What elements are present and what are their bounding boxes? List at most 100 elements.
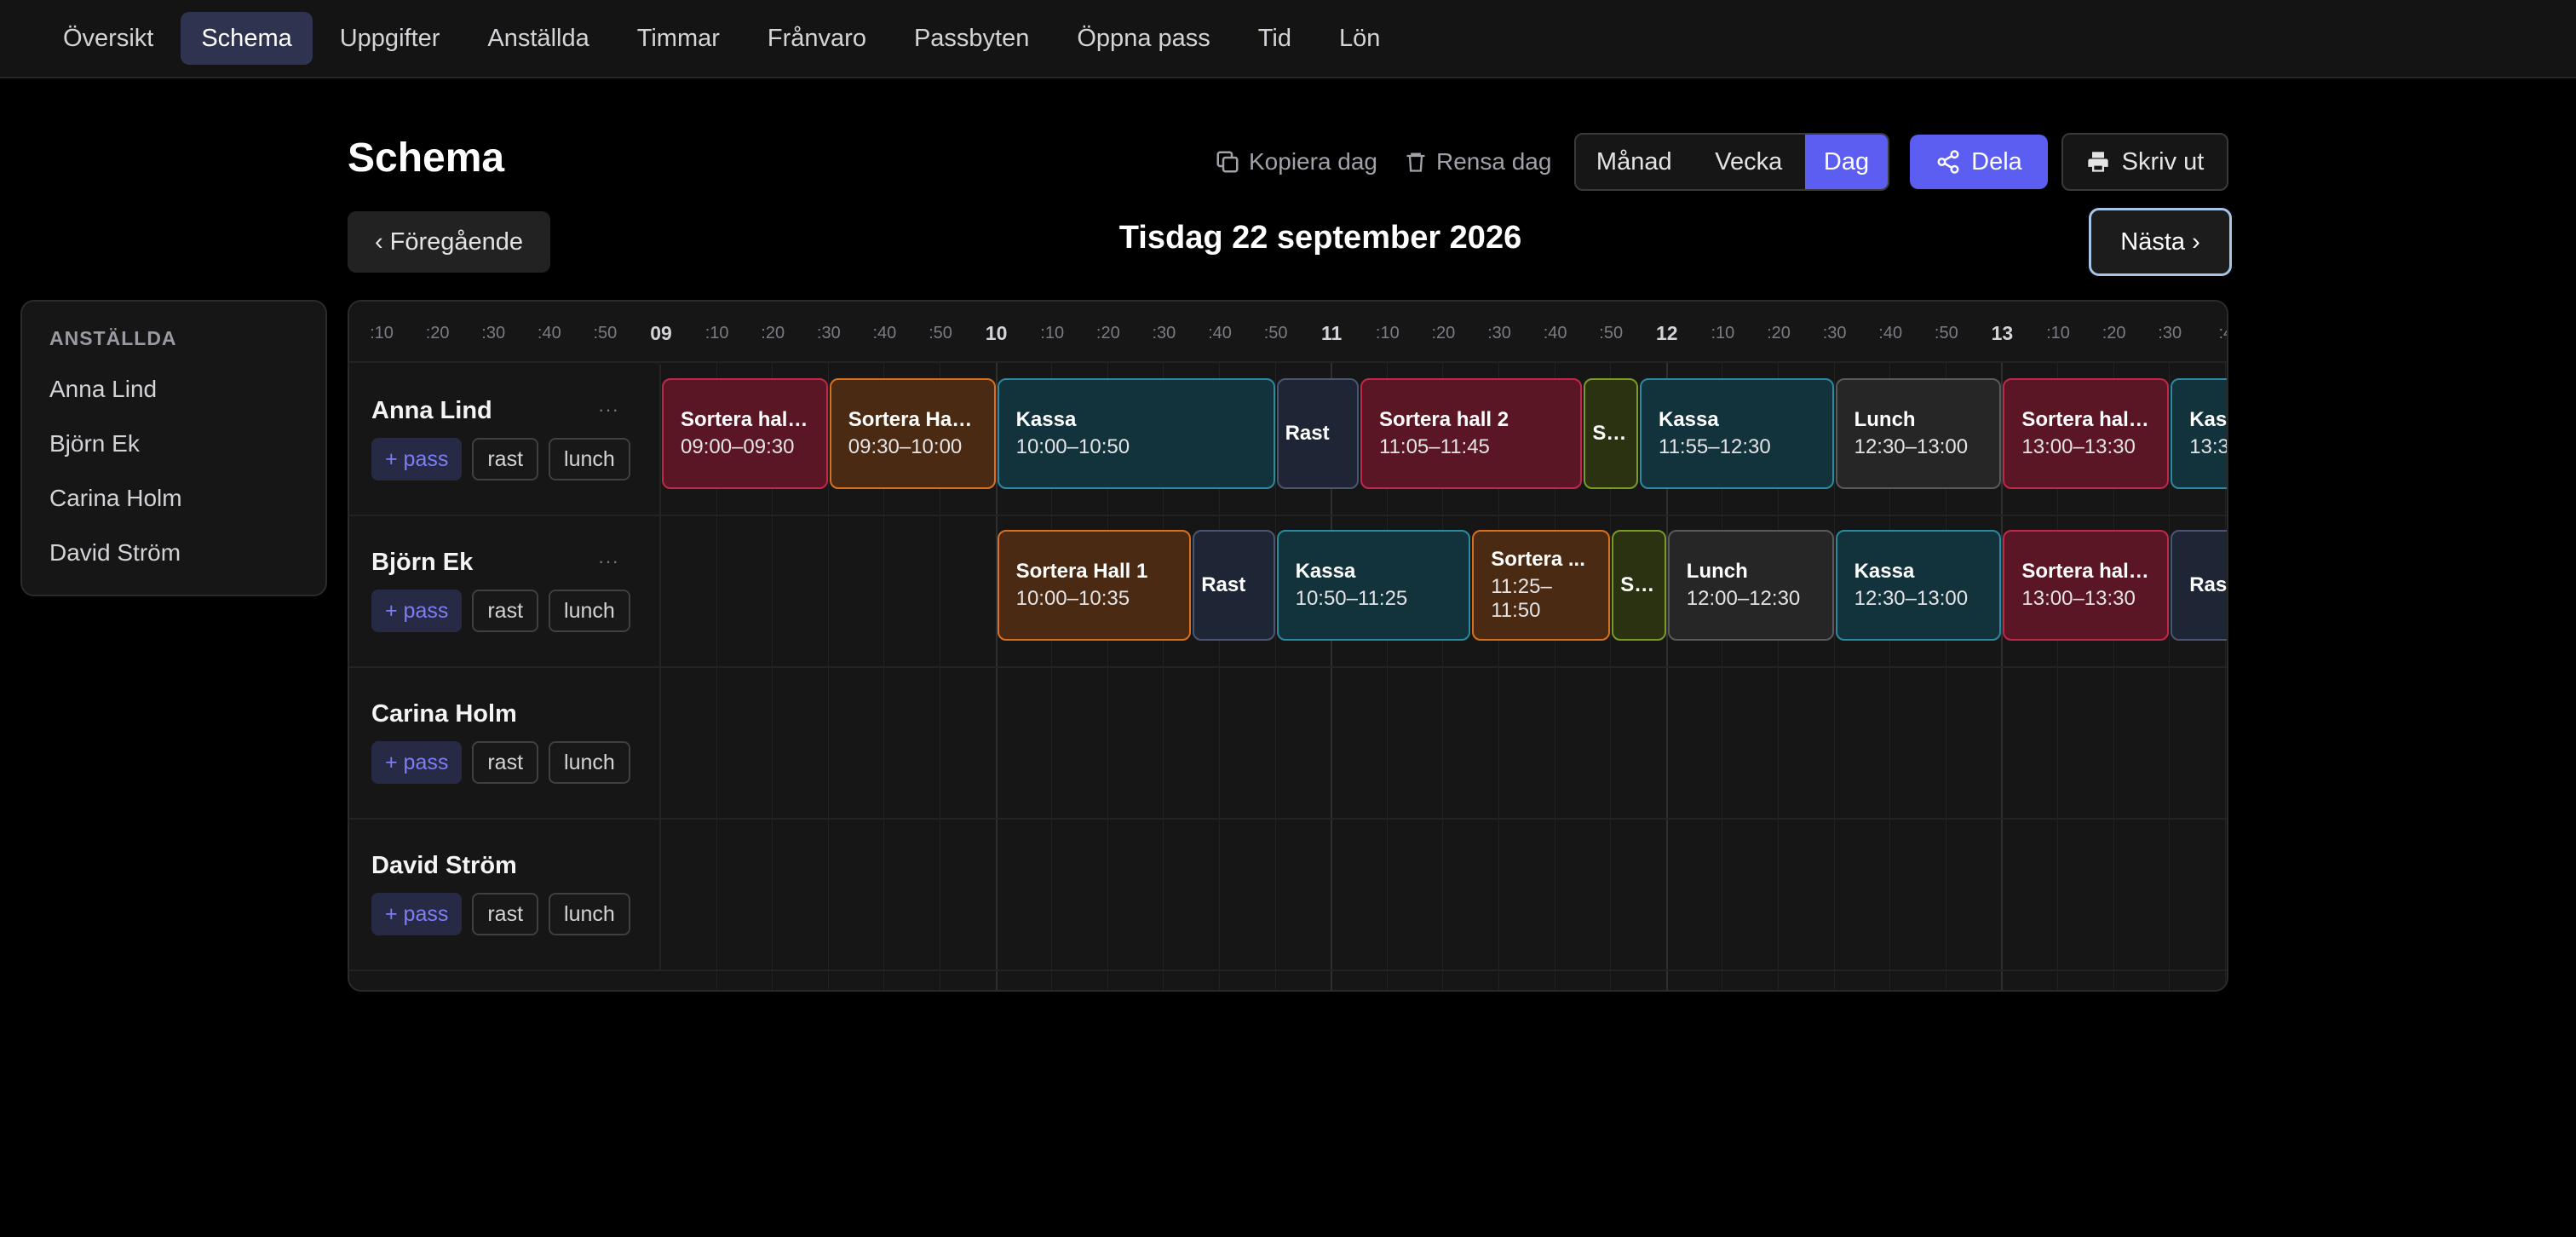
employee-name: David Ström (371, 852, 517, 879)
shift-block[interactable]: St... (1584, 378, 1638, 489)
shift-time: 09:00–09:30 (681, 435, 795, 458)
shift-title: Sortera Hall 1 (848, 408, 977, 431)
employees-heading: ANSTÄLLDA (49, 327, 177, 349)
timeline-tick-label: :30 (1822, 324, 1847, 342)
shift-title: St... (1592, 422, 1630, 445)
add-rast-button[interactable]: rast (472, 741, 539, 784)
top-nav: Översikt Schema Uppgifter Anställda Timmar Fr… (0, 0, 2576, 78)
shift-block[interactable]: St... (1612, 530, 1666, 641)
shift-time: 10:00–10:35 (1015, 587, 1130, 610)
add-rast-button[interactable]: rast (472, 438, 539, 480)
nav-item[interactable]: Schema (181, 12, 313, 65)
nav-item[interactable]: Uppgifter (319, 12, 461, 65)
nav-item[interactable]: Tid (1238, 12, 1312, 65)
share-button[interactable]: Dela (1910, 135, 2048, 189)
shift-time: 12:30–13:00 (1854, 435, 1969, 458)
timeline-tick-label: :30 (816, 324, 841, 342)
shift-block[interactable]: Kassa 10:00–10:50 (997, 378, 1275, 489)
add-lunch-button[interactable]: lunch (549, 741, 630, 784)
previous-day-button[interactable]: ‹ Föregående (348, 211, 550, 273)
shift-block[interactable]: Rast (1276, 378, 1359, 489)
employees-panel: ANSTÄLLDA Anna Lind Björn Ek Carina Holm… (20, 300, 327, 596)
shift-time: 12:30–13:00 (1854, 587, 1969, 610)
shift-title: Kassa (1854, 560, 1915, 583)
shift-block[interactable]: Kassa 11:55–12:30 (1640, 378, 1834, 489)
timeline-tick-label: :20 (2102, 324, 2126, 342)
shift-block[interactable]: Rast (1193, 530, 1275, 641)
add-pass-button[interactable]: + pass (371, 590, 463, 632)
schedule-row: Björn Ek ··· + pass rast lunch Sortera H… (349, 516, 2228, 668)
shift-block[interactable]: Lunch 12:30–13:00 (1835, 378, 2002, 489)
shift-time: 13:3 (2189, 435, 2228, 458)
add-pass-button[interactable]: + pass (371, 741, 463, 784)
shift-title: Sortera ... (1491, 548, 1585, 571)
clear-day-button[interactable]: Rensa dag (1404, 133, 1551, 191)
employee-item[interactable]: Björn Ek (49, 417, 298, 471)
print-button[interactable]: Skriv ut (2061, 133, 2228, 191)
employee-item[interactable]: Carina Holm (49, 471, 298, 526)
shift-block[interactable]: Kass 13:3 (2171, 378, 2228, 489)
next-day-button[interactable]: Nästa › (2089, 208, 2232, 276)
row-label: Anna Lind ··· + pass rast lunch (349, 365, 661, 516)
shift-block[interactable]: Sortera Hall 1 09:30–10:00 (829, 378, 996, 489)
add-pass-button[interactable]: + pass (371, 438, 463, 480)
trash-icon (1406, 152, 1425, 172)
add-lunch-button[interactable]: lunch (549, 438, 630, 480)
shift-block[interactable]: Kassa 12:30–13:00 (1835, 530, 2002, 641)
shift-block[interactable]: Kassa 10:50–11:25 (1276, 530, 1471, 641)
shift-block[interactable]: Sortera Hall 1 10:00–10:35 (997, 530, 1192, 641)
shift-block[interactable]: Sortera hall... 09:00–09:30 (662, 378, 828, 489)
shift-block[interactable]: Sortera hall... 13:00–13:30 (2003, 530, 2170, 641)
copy-day-button[interactable]: Kopiera dag (1215, 133, 1377, 191)
shift-title: Rast (2189, 573, 2228, 596)
timeline-hour-label: 11 (1321, 322, 1343, 344)
timeline-tick-label: :20 (1767, 324, 1791, 342)
shift-block[interactable]: Lunch 12:00–12:30 (1667, 530, 1834, 641)
employee-item[interactable]: David Ström (49, 526, 298, 580)
shift-title: Sortera hall 2 (1379, 408, 1509, 431)
add-rast-button[interactable]: rast (472, 590, 539, 632)
timeline-tick-label: :30 (1487, 324, 1511, 342)
add-lunch-button[interactable]: lunch (549, 893, 630, 935)
shift-title: Rast (1285, 422, 1330, 445)
view-week-button[interactable]: Vecka (1693, 135, 1806, 189)
row-label: Björn Ek ··· + pass rast lunch (349, 516, 661, 668)
timeline-tick-label: :40 (1208, 324, 1232, 342)
shift-block[interactable]: Rast (2171, 530, 2228, 641)
add-pass-button[interactable]: + pass (371, 893, 463, 935)
nav-item[interactable]: Passbyten (894, 12, 1049, 65)
current-date: Tisdag 22 september 2026 (1118, 220, 1522, 256)
add-lunch-button[interactable]: lunch (549, 590, 630, 632)
more-options-icon[interactable]: ··· (598, 399, 619, 421)
view-month-button[interactable]: Månad (1576, 135, 1693, 189)
nav-item[interactable]: Timmar (617, 12, 740, 65)
shift-title: Sortera hall... (2021, 408, 2151, 431)
add-rast-button[interactable]: rast (472, 893, 539, 935)
shift-title: Sortera hall... (2021, 560, 2151, 583)
timeline-hour-label: 09 (650, 322, 672, 344)
nav-item[interactable]: Översikt (43, 12, 174, 65)
nav-item[interactable]: Frånvaro (747, 12, 887, 65)
shift-title: St... (1620, 573, 1658, 596)
shift-title: Sortera hall... (681, 408, 809, 431)
row-label: Carina Holm + pass rast lunch (349, 668, 661, 820)
copy-day-label: Kopiera dag (1249, 148, 1378, 175)
shift-time: 09:30–10:00 (848, 435, 963, 458)
view-day-button[interactable]: Dag (1805, 135, 1888, 189)
more-options-icon[interactable]: ··· (598, 550, 619, 572)
shift-block[interactable]: Sortera hall... 13:00–13:30 (2003, 378, 2170, 489)
shift-title: Lunch (1854, 408, 1916, 431)
schedule-row: Anna Lind ··· + pass rast lunch Sortera … (349, 365, 2228, 516)
shift-block[interactable]: Sortera hall 2 11:05–11:45 (1360, 378, 1583, 489)
timeline-tick-label: :20 (1095, 324, 1120, 342)
timeline-tick-label: :20 (1431, 324, 1456, 342)
timeline-tick-label: :4 (2218, 324, 2227, 342)
nav-item[interactable]: Anställda (467, 12, 609, 65)
timeline-tick-label: :10 (704, 324, 729, 342)
shift-time: 11:55–12:30 (1659, 435, 1771, 458)
employee-item[interactable]: Anna Lind (49, 362, 298, 417)
nav-item[interactable]: Öppna pass (1056, 12, 1230, 65)
nav-item[interactable]: Lön (1319, 12, 1400, 65)
shift-block[interactable]: Sortera ... 11:25– 11:50 (1472, 530, 1611, 641)
timeline-tick-label: :30 (2158, 324, 2182, 342)
